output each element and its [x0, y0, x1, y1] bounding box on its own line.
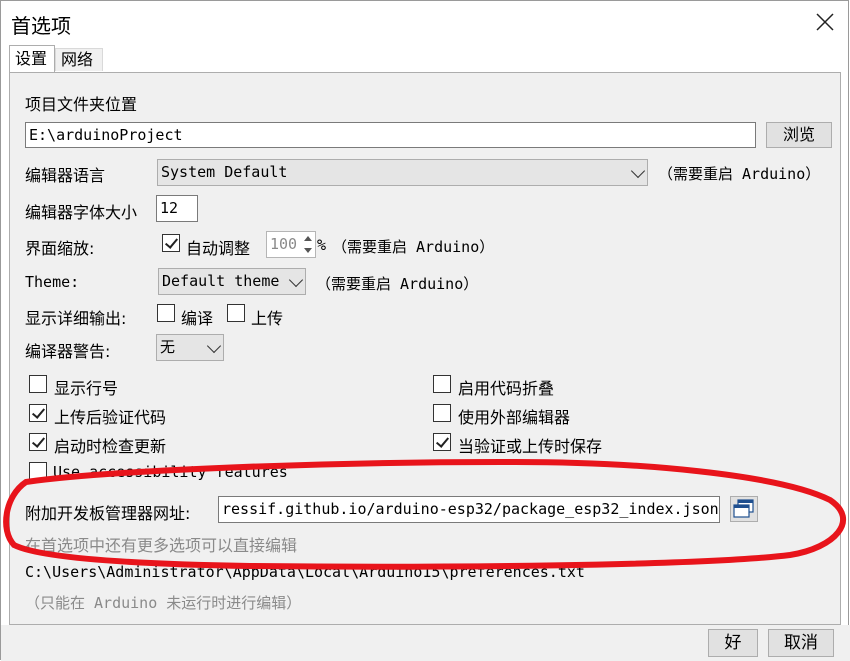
theme-select[interactable]: Default theme [158, 268, 306, 295]
accessibility-label: Use accessibility features [53, 463, 288, 481]
save-on-verify-checkbox[interactable] [433, 433, 451, 451]
close-icon[interactable] [812, 9, 838, 35]
language-label: 编辑器语言 [25, 166, 106, 185]
arrow-down-icon[interactable] [302, 245, 314, 256]
cancel-button[interactable]: 取消 [768, 629, 834, 657]
sketchbook-path-input[interactable]: E:\arduinoProject [25, 122, 756, 148]
settings-panel: 项目文件夹位置 E:\arduinoProject 浏览 编辑器语言 Syste… [9, 72, 841, 625]
title-bar: 首选项 [1, 1, 848, 45]
chevron-down-icon [206, 338, 222, 353]
language-select[interactable]: System Default [157, 159, 648, 186]
external-editor-checkbox[interactable] [433, 404, 451, 422]
theme-restart-note: （需要重启 Arduino） [316, 275, 479, 293]
chevron-down-icon [630, 163, 646, 178]
edit-urls-button[interactable] [730, 496, 758, 522]
edit-restriction-note: （只能在 Arduino 未运行时进行编辑） [25, 594, 302, 612]
verify-after-upload-label: 上传后验证代码 [54, 408, 167, 427]
chevron-down-icon [288, 272, 304, 287]
preferences-window: 首选项 网络 设置 项目文件夹位置 E:\arduinoProject 浏览 编… [0, 0, 850, 661]
theme-value: Default theme [162, 272, 280, 290]
check-updates-label: 启动时检查更新 [54, 437, 167, 456]
tab-network[interactable]: 网络 [55, 48, 103, 71]
sketchbook-label: 项目文件夹位置 [25, 95, 138, 114]
theme-label: Theme: [25, 273, 80, 291]
tab-settings[interactable]: 设置 [9, 45, 55, 73]
window-title: 首选项 [11, 14, 71, 38]
board-urls-input[interactable]: ressif.github.io/arduino-esp32/package_e… [218, 496, 720, 523]
prefs-file-path: C:\Users\Administrator\AppData\Local\Ard… [25, 563, 585, 581]
scaling-restart-note: （需要重启 Arduino） [332, 238, 495, 256]
line-numbers-checkbox[interactable] [29, 375, 47, 393]
warnings-select[interactable]: 无 [156, 334, 224, 361]
font-size-input[interactable]: 12 [156, 195, 198, 222]
language-value: System Default [161, 163, 288, 181]
language-restart-note: （需要重启 Arduino） [658, 165, 821, 183]
dialog-footer: 好 取消 [1, 625, 850, 661]
accessibility-checkbox[interactable] [29, 462, 47, 480]
code-folding-label: 启用代码折叠 [458, 379, 555, 398]
scale-value: 100 [270, 235, 298, 253]
more-prefs-note: 在首选项中还有更多选项可以直接编辑 [25, 536, 298, 555]
verbose-upload-label: 上传 [251, 309, 284, 328]
browse-button[interactable]: 浏览 [766, 122, 832, 148]
auto-scale-label: 自动调整 [186, 239, 251, 258]
line-numbers-label: 显示行号 [54, 379, 119, 398]
verbose-label: 显示详细输出: [25, 309, 127, 328]
verify-after-upload-checkbox[interactable] [29, 404, 47, 422]
scaling-label: 界面缩放: [25, 239, 95, 258]
scale-unit: % [317, 236, 327, 254]
save-on-verify-label: 当验证或上传时保存 [458, 437, 603, 456]
external-editor-label: 使用外部编辑器 [458, 408, 571, 427]
check-updates-checkbox[interactable] [29, 433, 47, 451]
window-list-icon [733, 499, 754, 518]
font-size-label: 编辑器字体大小 [25, 203, 138, 222]
code-folding-checkbox[interactable] [433, 375, 451, 393]
ok-button[interactable]: 好 [708, 629, 758, 657]
verbose-compile-checkbox[interactable] [157, 304, 175, 322]
warnings-label: 编译器警告: [25, 342, 111, 361]
verbose-compile-label: 编译 [181, 309, 214, 328]
scale-stepper[interactable]: 100 [266, 231, 316, 258]
auto-scale-checkbox[interactable] [162, 234, 180, 252]
warnings-value: 无 [160, 338, 176, 356]
verbose-upload-checkbox[interactable] [227, 304, 245, 322]
arrow-up-icon[interactable] [302, 233, 314, 244]
board-urls-label: 附加开发板管理器网址: [25, 504, 191, 523]
